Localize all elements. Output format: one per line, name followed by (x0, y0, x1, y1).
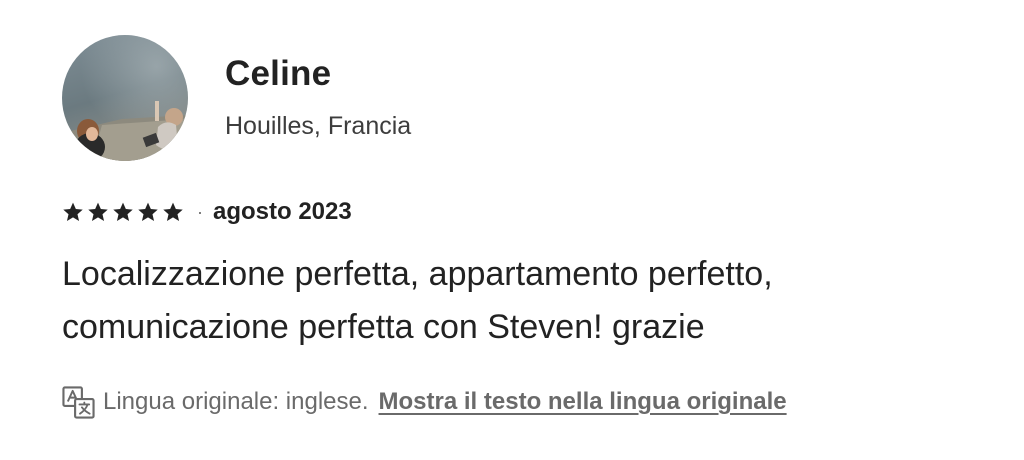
translation-row: Lingua originale: inglese. Mostra il tes… (62, 385, 787, 419)
rating-row: · agosto 2023 (62, 196, 352, 228)
star-icon (88, 202, 108, 221)
review-text: Localizzazione perfetta, appartamento pe… (62, 255, 773, 346)
dot-separator: · (197, 201, 203, 222)
reviewer-location: Houilles, Francia (225, 112, 412, 140)
review-date: agosto 2023 (213, 198, 352, 225)
star-icon (113, 202, 133, 221)
review-card: Celine Houilles, Francia · agosto 2023 L… (0, 0, 1024, 460)
reviewer-avatar[interactable] (62, 35, 188, 161)
reviewer-name: Celine (225, 54, 332, 93)
star-icon (63, 202, 83, 221)
show-original-text-link[interactable]: Mostra il testo nella lingua originale (379, 388, 787, 416)
star-icon (163, 202, 183, 221)
original-language-note: Lingua originale: inglese. (103, 388, 369, 415)
star-rating (62, 201, 184, 223)
star-icon (138, 202, 158, 221)
translate-icon (62, 385, 95, 419)
